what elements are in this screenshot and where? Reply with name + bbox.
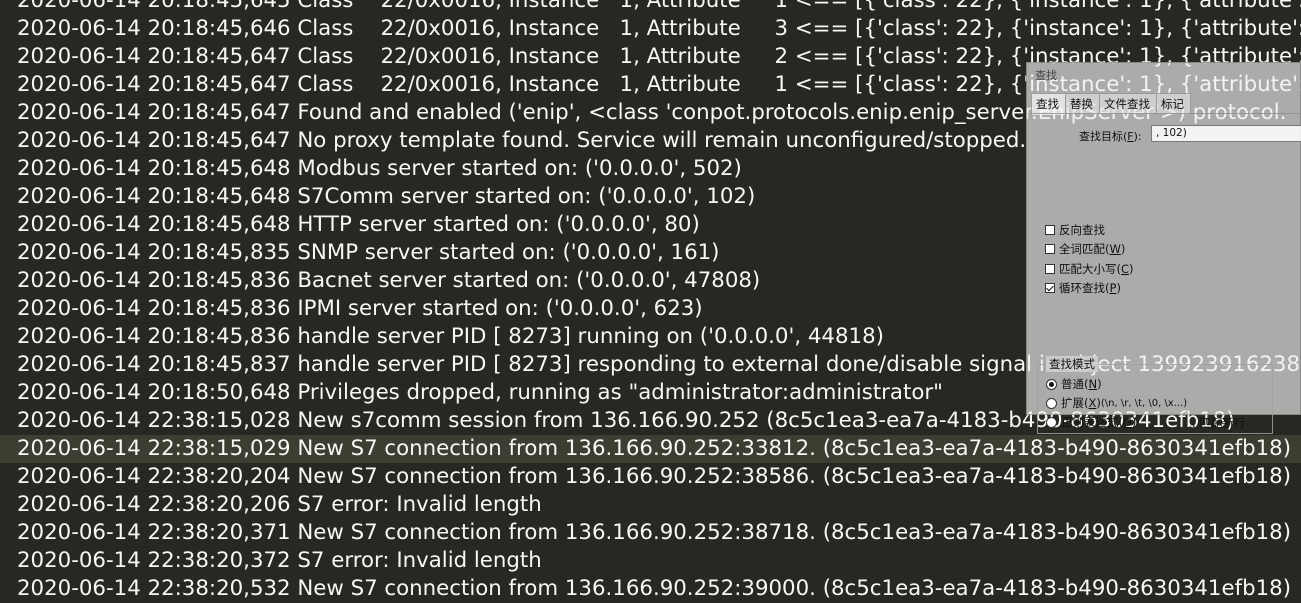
option-whole-word[interactable]: 全词匹配(W) bbox=[1045, 241, 1125, 257]
dialog-title: 查找 bbox=[1035, 69, 1057, 82]
find-target-input[interactable] bbox=[1151, 125, 1301, 142]
search-mode-title: 查找模式 bbox=[1046, 356, 1098, 372]
log-line: 2020-06-14 22:38:20,371 New S7 connectio… bbox=[17, 520, 1292, 545]
tab-mark[interactable]: 标记 bbox=[1156, 93, 1191, 114]
log-line: 2020-06-14 20:18:45,645 Class 22/0x0016,… bbox=[17, 0, 1301, 13]
log-line: 2020-06-14 22:38:20,204 New S7 connectio… bbox=[17, 464, 1292, 489]
log-line-current: 2020-06-14 22:38:15,029 New S7 connectio… bbox=[0, 435, 1301, 463]
extended-radio[interactable] bbox=[1046, 397, 1057, 409]
find-dialog: 查找 查找 替换 文件查找 标记 查找目标(F): 反向查找 全词匹配(W) 匹… bbox=[1026, 62, 1301, 434]
option-match-case[interactable]: 匹配大小写(C) bbox=[1045, 261, 1134, 277]
mode-normal[interactable]: 普通(N) bbox=[1046, 376, 1102, 392]
regex-radio[interactable] bbox=[1046, 416, 1057, 428]
normal-radio[interactable] bbox=[1046, 378, 1057, 390]
dialog-tabs: 查找 替换 文件查找 标记 bbox=[1031, 93, 1191, 115]
match-case-checkbox[interactable] bbox=[1045, 264, 1055, 274]
whole-word-checkbox[interactable] bbox=[1045, 244, 1055, 254]
mode-regex[interactable]: 正则表达式(G) bbox=[1046, 414, 1136, 430]
log-line: 2020-06-14 22:38:20,532 New S7 connectio… bbox=[17, 576, 1292, 601]
match-newline-option[interactable]: . 匹配新行 bbox=[1192, 415, 1245, 431]
option-reverse-search[interactable]: 反向查找 bbox=[1045, 222, 1105, 238]
log-line: 2020-06-14 22:38:20,206 S7 error: Invali… bbox=[17, 492, 542, 517]
tab-find-in-files[interactable]: 文件查找 bbox=[1099, 93, 1157, 114]
find-target-label: 查找目标(F): bbox=[1079, 130, 1142, 143]
search-mode-group: 查找模式 普通(N) 扩展(X) (\n, \r, \t, \0, \x...)… bbox=[1037, 356, 1273, 434]
mode-extended[interactable]: 扩展(X) (\n, \r, \t, \0, \x...) bbox=[1046, 395, 1187, 411]
log-line: 2020-06-14 22:38:20,372 S7 error: Invali… bbox=[17, 548, 542, 573]
reverse-search-checkbox[interactable] bbox=[1045, 225, 1055, 235]
wrap-around-checkbox[interactable] bbox=[1045, 283, 1055, 293]
log-line: 2020-06-14 20:18:45,646 Class 22/0x0016,… bbox=[17, 16, 1301, 41]
tab-find[interactable]: 查找 bbox=[1031, 93, 1066, 115]
option-wrap-around[interactable]: 循环查找(P) bbox=[1045, 280, 1121, 296]
dialog-body: 查找目标(F): 反向查找 全词匹配(W) 匹配大小写(C) 循环查找(P) 查… bbox=[1031, 113, 1301, 434]
tab-replace[interactable]: 替换 bbox=[1065, 93, 1100, 114]
